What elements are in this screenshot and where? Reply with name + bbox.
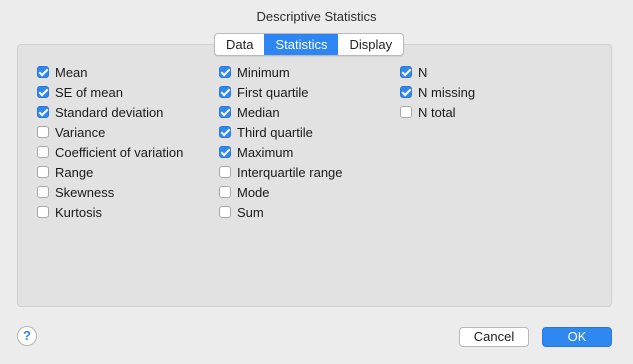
mean-label: Mean (55, 64, 88, 80)
dialog-title: Descriptive Statistics (256, 9, 377, 24)
option-minimum[interactable]: Minimum (219, 62, 343, 82)
sum-label: Sum (237, 204, 264, 220)
option-maximum[interactable]: Maximum (219, 142, 343, 162)
option-sum[interactable]: Sum (219, 202, 343, 222)
option-standard-deviation[interactable]: Standard deviation (37, 102, 183, 122)
option-se-of-mean[interactable]: SE of mean (37, 82, 183, 102)
option-variance[interactable]: Variance (37, 122, 183, 142)
n-label: N (418, 64, 428, 80)
interquartile-range-label: Interquartile range (237, 164, 343, 180)
minimum-label: Minimum (237, 64, 290, 80)
statistics-column-2: Minimum First quartile Median Third quar… (219, 62, 343, 222)
option-interquartile-range[interactable]: Interquartile range (219, 162, 343, 182)
median-label: Median (237, 104, 280, 120)
mode-checkbox[interactable] (219, 186, 231, 198)
n-checkbox[interactable] (400, 66, 412, 78)
statistics-column-3: N N missing N total (400, 62, 475, 122)
coefficient-of-variation-checkbox[interactable] (37, 146, 49, 158)
descriptive-statistics-dialog: Descriptive Statistics Data Statistics D… (0, 0, 633, 364)
statistics-column-1: Mean SE of mean Standard deviation Varia… (37, 62, 183, 222)
se-of-mean-checkbox[interactable] (37, 86, 49, 98)
range-checkbox[interactable] (37, 166, 49, 178)
option-range[interactable]: Range (37, 162, 183, 182)
first-quartile-checkbox[interactable] (219, 86, 231, 98)
n-missing-checkbox[interactable] (400, 86, 412, 98)
option-mode[interactable]: Mode (219, 182, 343, 202)
cancel-button[interactable]: Cancel (459, 327, 529, 347)
option-kurtosis[interactable]: Kurtosis (37, 202, 183, 222)
interquartile-range-checkbox[interactable] (219, 166, 231, 178)
help-button[interactable]: ? (17, 326, 37, 346)
option-skewness[interactable]: Skewness (37, 182, 183, 202)
kurtosis-label: Kurtosis (55, 204, 102, 220)
variance-label: Variance (55, 124, 106, 140)
ok-button[interactable]: OK (542, 327, 612, 347)
option-n-missing[interactable]: N missing (400, 82, 475, 102)
standard-deviation-label: Standard deviation (55, 104, 164, 120)
n-total-checkbox[interactable] (400, 106, 412, 118)
sum-checkbox[interactable] (219, 206, 231, 218)
option-n-total[interactable]: N total (400, 102, 475, 122)
mode-label: Mode (237, 184, 270, 200)
option-first-quartile[interactable]: First quartile (219, 82, 343, 102)
tab-statistics[interactable]: Statistics (264, 34, 339, 55)
third-quartile-checkbox[interactable] (219, 126, 231, 138)
skewness-checkbox[interactable] (37, 186, 49, 198)
kurtosis-checkbox[interactable] (37, 206, 49, 218)
option-coefficient-of-variation[interactable]: Coefficient of variation (37, 142, 183, 162)
n-missing-label: N missing (418, 84, 476, 100)
tab-data[interactable]: Data (215, 34, 264, 55)
option-median[interactable]: Median (219, 102, 343, 122)
range-label: Range (55, 164, 94, 180)
tab-bar: Data Statistics Display (214, 33, 405, 56)
standard-deviation-checkbox[interactable] (37, 106, 49, 118)
coefficient-of-variation-label: Coefficient of variation (55, 144, 184, 160)
skewness-label: Skewness (55, 184, 115, 200)
option-mean[interactable]: Mean (37, 62, 183, 82)
option-third-quartile[interactable]: Third quartile (219, 122, 343, 142)
se-of-mean-label: SE of mean (55, 84, 123, 100)
minimum-checkbox[interactable] (219, 66, 231, 78)
option-n[interactable]: N (400, 62, 475, 82)
first-quartile-label: First quartile (237, 84, 309, 100)
maximum-checkbox[interactable] (219, 146, 231, 158)
mean-checkbox[interactable] (37, 66, 49, 78)
third-quartile-label: Third quartile (237, 124, 313, 140)
maximum-label: Maximum (237, 144, 294, 160)
tab-display[interactable]: Display (338, 34, 403, 55)
median-checkbox[interactable] (219, 106, 231, 118)
variance-checkbox[interactable] (37, 126, 49, 138)
n-total-label: N total (418, 104, 456, 120)
